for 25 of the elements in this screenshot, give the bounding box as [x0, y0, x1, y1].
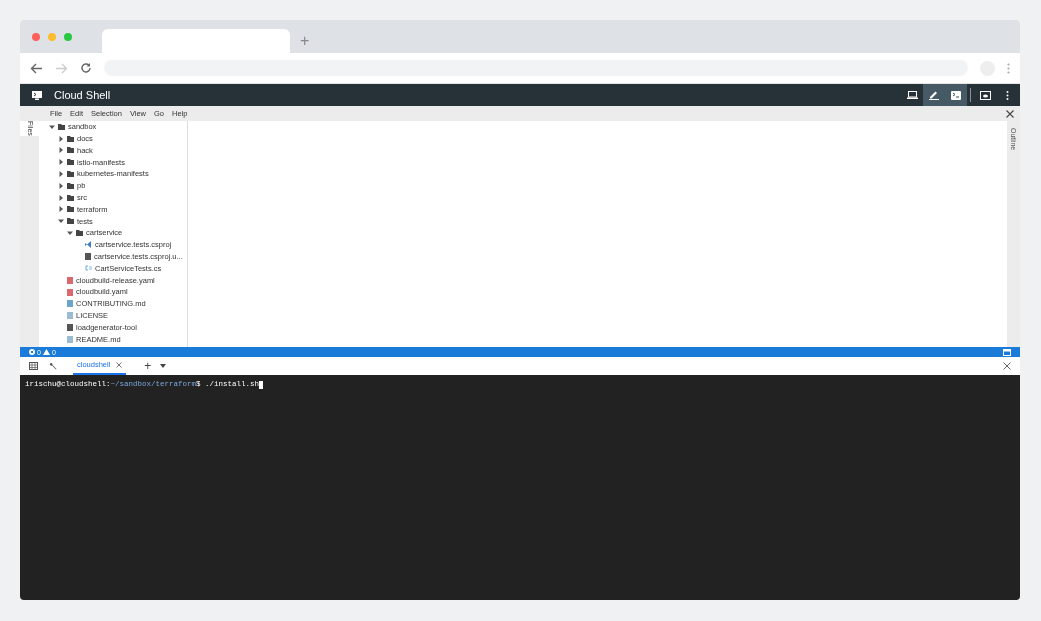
file-icon	[85, 253, 91, 261]
toolbar-button[interactable]	[945, 84, 967, 106]
terminal-icon	[951, 90, 961, 100]
maximize-panel-icon[interactable]	[1003, 348, 1011, 356]
dropdown-caret-icon[interactable]	[160, 364, 167, 368]
terminal-cursor	[259, 380, 264, 389]
back-icon[interactable]	[30, 62, 43, 74]
preview-icon	[979, 90, 991, 100]
pencil-icon	[929, 90, 939, 100]
keyboard-icon[interactable]	[29, 362, 38, 370]
toolbar-button[interactable]	[923, 84, 945, 106]
laptop-icon	[906, 91, 918, 99]
close-icon[interactable]	[1006, 109, 1014, 118]
wrench-icon[interactable]	[49, 362, 57, 370]
reload-icon[interactable]	[80, 62, 92, 74]
cloud-shell-logo-icon	[32, 90, 42, 100]
add-terminal-button[interactable]: +	[144, 360, 152, 372]
close-icon[interactable]	[1003, 362, 1011, 370]
app-title: Cloud Shell	[54, 87, 111, 103]
error-icon[interactable]	[29, 349, 35, 355]
more-icon	[1005, 90, 1009, 100]
close-icon[interactable]	[116, 362, 123, 368]
project-file-icon	[85, 241, 92, 249]
csharp-file-icon	[85, 265, 92, 272]
warning-icon[interactable]	[42, 349, 50, 355]
